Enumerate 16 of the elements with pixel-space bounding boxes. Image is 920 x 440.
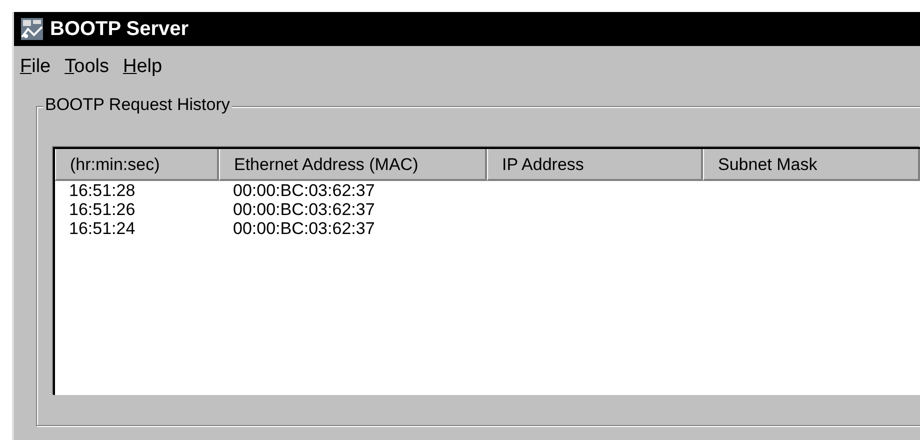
menu-item[interactable]: Help [122, 56, 162, 78]
column-header[interactable]: (hr:min:sec) [55, 149, 219, 181]
column-header[interactable]: Ethernet Address (MAC) [219, 149, 487, 181]
table-cell-text: 00:00:BC:03:62:37 [232, 219, 376, 238]
table-cell-text: 16:51:28 [68, 181, 136, 200]
group-title: BOOTP Request History [43, 95, 232, 115]
table-cell-text: 16:51:24 [68, 219, 136, 238]
table-cell-text: 16:51:26 [68, 200, 136, 219]
menu-item[interactable]: File [20, 56, 51, 78]
column-header[interactable]: IP Address [487, 149, 703, 181]
table-cell-text: 00:00:BC:03:62:37 [232, 181, 376, 200]
menu-item[interactable]: Tools [64, 56, 109, 78]
column-header[interactable]: Subnet Mask [703, 149, 920, 181]
table-cell-text: 00:00:BC:03:62:37 [232, 200, 376, 219]
window-title: BOOTP Server [50, 18, 189, 40]
app-logo-icon [20, 17, 44, 41]
